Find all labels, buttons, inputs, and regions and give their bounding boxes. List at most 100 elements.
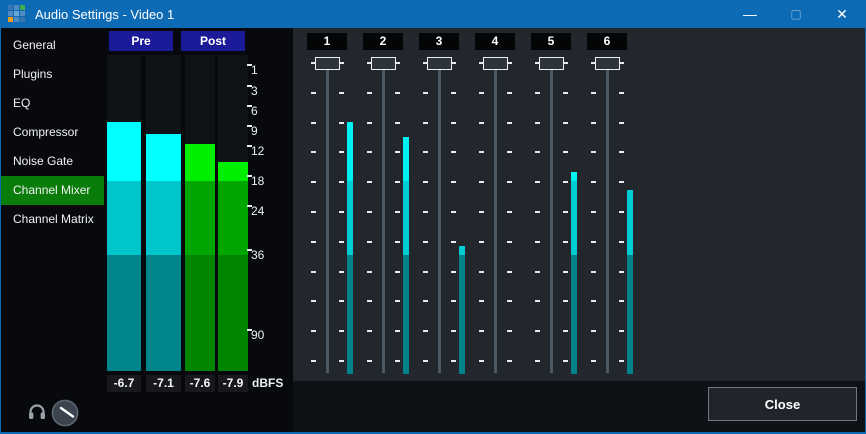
channel-tick-left-5 <box>535 330 540 332</box>
dbfs-unit-label: dBFS <box>252 375 283 392</box>
meter-bar-pre-2-zone-3 <box>146 255 181 371</box>
channel-meter-5-zone-2 <box>571 181 577 255</box>
scale-tick-label-18: 18 <box>251 173 264 189</box>
app-icon-square <box>20 5 25 10</box>
channel-fader-handle-3[interactable] <box>427 57 452 70</box>
close-button[interactable]: Close <box>708 387 857 421</box>
channel-tick-right-2 <box>395 330 400 332</box>
channel-tick-left-2 <box>367 122 372 124</box>
channel-fader-track-3[interactable] <box>438 62 441 373</box>
minimize-button[interactable]: — <box>727 0 773 28</box>
channel-fader-track-2[interactable] <box>382 62 385 373</box>
channel-tick-right-6 <box>619 271 624 273</box>
channel-tick-left-4 <box>479 151 484 153</box>
channel-tick-right-1 <box>339 92 344 94</box>
scale-tick-label-1: 1 <box>251 62 258 78</box>
channel-tick-left-2 <box>367 300 372 302</box>
app-icon-square <box>14 5 19 10</box>
channel-tick-left-2 <box>367 181 372 183</box>
meter-bar-post-2-zone-1 <box>218 162 248 181</box>
channel-header-4: 4 <box>475 33 515 50</box>
channel-tick-left-2 <box>367 241 372 243</box>
channel-tick-right-5 <box>563 92 568 94</box>
headphone-volume-knob[interactable] <box>51 399 79 427</box>
channel-meter-6-zone-2 <box>627 255 633 374</box>
sidebar-item-general[interactable]: General <box>1 31 104 60</box>
channel-tick-left-1 <box>311 122 316 124</box>
channel-fader-handle-2[interactable] <box>371 57 396 70</box>
channel-tick-left-3 <box>423 241 428 243</box>
channel-fader-handle-5[interactable] <box>539 57 564 70</box>
channel-tick-right-1 <box>339 181 344 183</box>
scale-tick-label-3: 3 <box>251 83 258 99</box>
channel-header-2: 2 <box>363 33 403 50</box>
channel-tick-left-1 <box>311 241 316 243</box>
scale-tick-label-6: 6 <box>251 103 258 119</box>
channel-tick-left-4 <box>479 181 484 183</box>
channel-tick-left-4 <box>479 271 484 273</box>
channel-tick-right-1 <box>339 62 344 64</box>
channel-meter-1-zone-3 <box>347 255 353 374</box>
channel-tick-right-4 <box>507 330 512 332</box>
channel-tick-left-5 <box>535 241 540 243</box>
sidebar-item-channel-matrix[interactable]: Channel Matrix <box>1 205 104 234</box>
channel-tick-right-2 <box>395 92 400 94</box>
channel-fader-track-5[interactable] <box>550 62 553 373</box>
channel-tick-left-4 <box>479 300 484 302</box>
channel-meter-1-zone-2 <box>347 181 353 255</box>
channel-fader-handle-6[interactable] <box>595 57 620 70</box>
channel-tick-left-4 <box>479 92 484 94</box>
channel-tick-left-1 <box>311 181 316 183</box>
app-icon <box>8 5 26 23</box>
channel-fader-track-4[interactable] <box>494 62 497 373</box>
channel-tick-right-4 <box>507 122 512 124</box>
channel-tick-left-5 <box>535 181 540 183</box>
close-window-button[interactable]: ✕ <box>819 0 865 28</box>
sidebar-item-channel-mixer[interactable]: Channel Mixer <box>1 176 104 205</box>
channel-tick-left-4 <box>479 211 484 213</box>
channel-fader-track-6[interactable] <box>606 62 609 373</box>
sidebar-item-compressor[interactable]: Compressor <box>1 118 104 147</box>
channel-header-6: 6 <box>587 33 627 50</box>
sidebar-item-eq[interactable]: EQ <box>1 89 104 118</box>
scale-tick-label-12: 12 <box>251 143 264 159</box>
channel-tick-left-2 <box>367 271 372 273</box>
channel-tick-right-3 <box>451 211 456 213</box>
channel-tick-right-5 <box>563 300 568 302</box>
meter-bar-post-1-zone-1 <box>185 144 215 181</box>
channel-tick-right-5 <box>563 241 568 243</box>
channel-tick-left-4 <box>479 122 484 124</box>
channel-tick-right-1 <box>339 211 344 213</box>
channel-tick-right-2 <box>395 181 400 183</box>
channel-tick-left-3 <box>423 271 428 273</box>
channel-fader-handle-1[interactable] <box>315 57 340 70</box>
app-icon-square <box>8 17 13 22</box>
channel-tick-right-3 <box>451 122 456 124</box>
headphones-icon[interactable] <box>27 401 47 421</box>
channel-tick-left-2 <box>367 360 372 362</box>
channel-fader-track-1[interactable] <box>326 62 329 373</box>
channel-tick-left-1 <box>311 300 316 302</box>
channel-tick-left-1 <box>311 211 316 213</box>
channel-tick-left-3 <box>423 151 428 153</box>
channel-tick-right-2 <box>395 151 400 153</box>
titlebar[interactable]: Audio Settings - Video 1 — ▢ ✕ <box>1 0 865 28</box>
channel-tick-right-4 <box>507 271 512 273</box>
channel-tick-left-6 <box>591 241 596 243</box>
maximize-button: ▢ <box>773 0 819 28</box>
app-icon-square <box>8 11 13 16</box>
channel-tick-right-3 <box>451 330 456 332</box>
sidebar-item-plugins[interactable]: Plugins <box>1 60 104 89</box>
channel-tick-left-6 <box>591 360 596 362</box>
channel-fader-handle-4[interactable] <box>483 57 508 70</box>
channel-tick-right-4 <box>507 300 512 302</box>
channel-tick-right-1 <box>339 151 344 153</box>
channel-tick-right-1 <box>339 241 344 243</box>
app-icon-square <box>20 17 25 22</box>
channel-tick-right-3 <box>451 151 456 153</box>
channel-tick-right-6 <box>619 211 624 213</box>
channel-tick-right-3 <box>451 92 456 94</box>
app-icon-square <box>14 11 19 16</box>
channel-tick-left-5 <box>535 300 540 302</box>
sidebar-item-noise-gate[interactable]: Noise Gate <box>1 147 104 176</box>
